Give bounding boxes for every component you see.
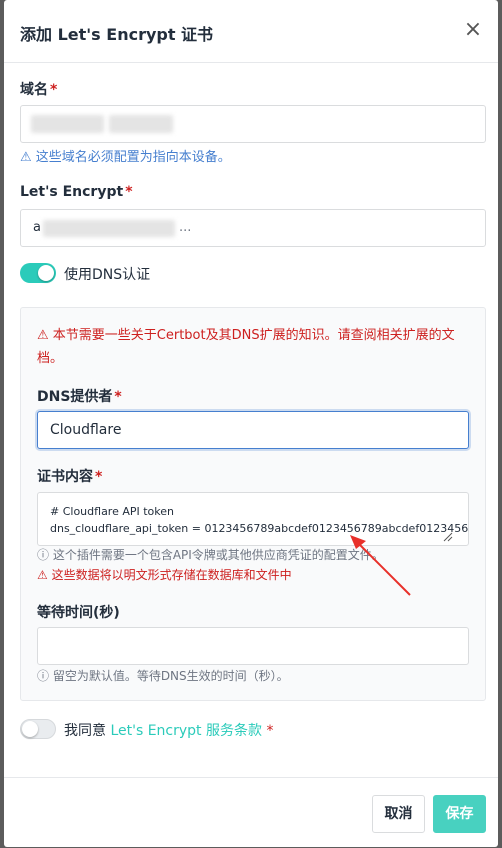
agree-tos-toggle[interactable] <box>20 719 56 739</box>
credentials-hint: ⓘ 这个插件需要一个包含API令牌或其他供应商凭证的配置文件。 <box>37 548 384 562</box>
required-marker: * <box>266 723 274 739</box>
required-marker: * <box>114 389 122 405</box>
credentials-label: 证书内容 * <box>37 469 103 485</box>
email-value-end: ... <box>179 220 192 235</box>
credentials-plaintext-warning: ⚠ 这些数据将以明文形式存储在数据库和文件中 <box>37 568 292 582</box>
domain-names-input[interactable] <box>20 105 486 143</box>
save-button[interactable]: 保存 <box>433 795 486 833</box>
dns-provider-label: DNS提供者 * <box>37 389 122 405</box>
toggle-knob <box>38 265 54 281</box>
dns-challenge-label: 使用DNS认证 <box>64 267 151 283</box>
close-icon[interactable]: × <box>462 18 484 42</box>
letsencrypt-email-label: Let's Encrypt * <box>20 184 133 200</box>
toggle-knob <box>22 721 38 737</box>
domain-label: 域名 * <box>20 82 58 98</box>
dialog-title: 添加 Let's Encrypt 证书 <box>20 25 214 44</box>
dns-provider-select[interactable]: Cloudflare <box>37 411 469 449</box>
tos-link[interactable]: Let's Encrypt 服务条款 <box>110 723 262 739</box>
resize-handle-icon[interactable] <box>441 530 453 542</box>
propagation-seconds-input[interactable] <box>37 627 469 665</box>
domain-hint: ⚠ 这些域名必须配置为指向本设备。 <box>20 150 231 165</box>
dialog-header: 添加 Let's Encrypt 证书 × <box>4 0 498 63</box>
dns-challenge-toggle[interactable] <box>20 263 56 283</box>
dialog-footer: 取消 保存 <box>4 777 498 848</box>
required-marker: * <box>95 469 103 485</box>
required-marker: * <box>50 82 58 98</box>
dns-knowledge-warning: ⚠ 本节需要一些关于Certbot及其DNS扩展的知识。请查阅相关扩展的文档。 <box>37 328 455 366</box>
domain-chip-redacted <box>31 115 104 133</box>
dns-challenge-section: ⚠ 本节需要一些关于Certbot及其DNS扩展的知识。请查阅相关扩展的文档。 … <box>20 307 486 701</box>
letsencrypt-email-input[interactable]: a ... <box>20 209 486 247</box>
propagation-hint: ⓘ 留空为默认值。等待DNS生效的时间（秒）。 <box>37 669 289 683</box>
propagation-seconds-label: 等待时间(秒) <box>37 605 120 621</box>
required-marker: * <box>125 184 133 200</box>
annotation-arrow-icon <box>350 535 411 596</box>
add-certificate-dialog: 添加 Let's Encrypt 证书 × 域名 * ⚠ 这些域名必须配置为指向本… <box>4 0 498 847</box>
agree-tos-label: 我同意 Let's Encrypt 服务条款 * <box>64 723 274 739</box>
email-redacted <box>43 220 175 237</box>
email-value-start: a <box>33 220 41 235</box>
domain-chip-redacted <box>109 115 173 133</box>
cancel-button[interactable]: 取消 <box>372 795 425 833</box>
